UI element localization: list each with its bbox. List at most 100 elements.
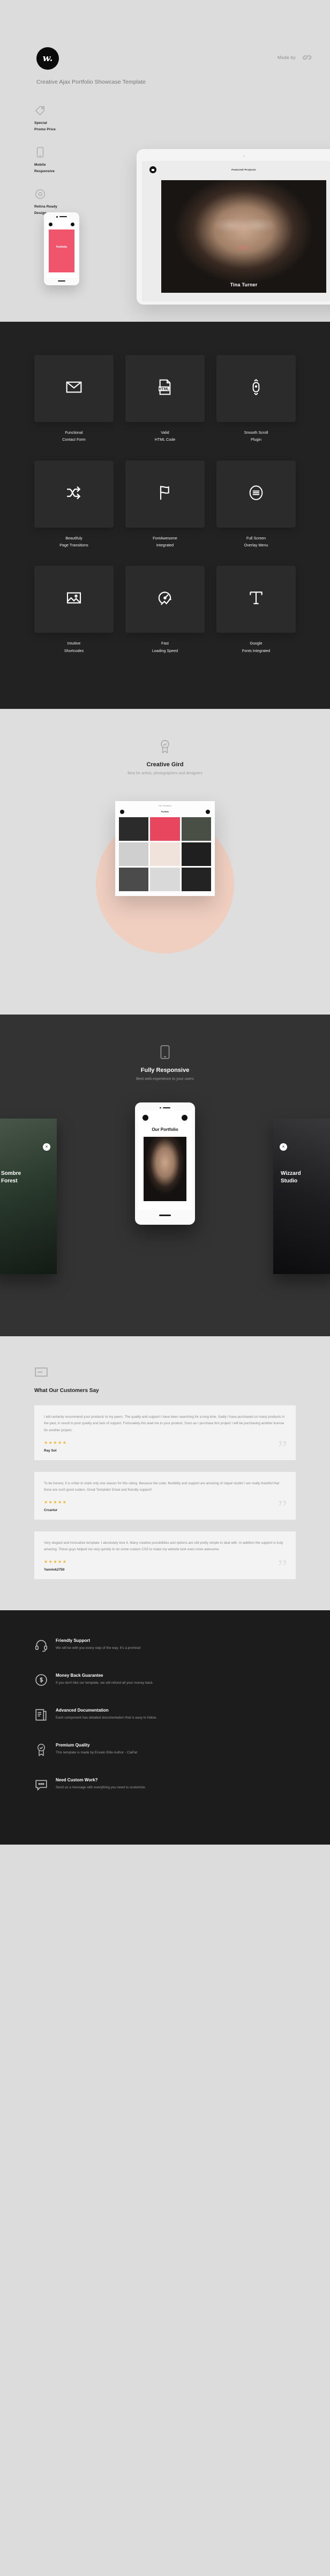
testimonial-card: I will certainly recommend your products…	[34, 1405, 296, 1460]
envelope-icon	[65, 379, 82, 398]
close-button[interactable]	[182, 1115, 188, 1121]
portfolio-tiles	[115, 817, 215, 891]
testimonial-text: To be honest, it is unfair to mark only …	[44, 1481, 280, 1492]
feature-card-box	[125, 566, 205, 633]
feature-line-1: Fast	[161, 641, 169, 646]
portfolio-tile[interactable]	[181, 817, 211, 841]
testimonial-author: Ray Sol	[44, 1448, 57, 1453]
close-button[interactable]	[71, 222, 74, 226]
brand-logo-text: w.	[42, 53, 53, 64]
section-subtitle: Best for artists, photographers and desi…	[128, 771, 202, 775]
award-badge-icon	[34, 1743, 48, 1759]
feature-card-label: Intuitive Shortcodes	[34, 640, 114, 654]
rating-stars: ★★★★★	[44, 1559, 68, 1565]
portfolio-tile[interactable]	[150, 842, 180, 866]
feature-card-loading-speed[interactable]: Fast Loading Speed	[125, 566, 205, 654]
menu-button[interactable]	[142, 1115, 148, 1121]
feature-line-2: HTML Code	[154, 437, 176, 442]
project-photo[interactable]: Tina Turner	[161, 180, 326, 293]
footer-item-title: Premium Quality	[56, 1743, 90, 1748]
portfolio-tile[interactable]	[150, 817, 180, 841]
close-icon[interactable]: ×	[280, 1143, 287, 1151]
feature-card-valid-html[interactable]: HTML Valid HTML Code	[125, 355, 205, 443]
speedometer-icon	[156, 589, 174, 609]
responsive-mockups: × Sombre Forest Our Portfolio × Wizzard St…	[0, 1102, 330, 1317]
quote-icon: ”	[278, 1495, 287, 1520]
browser-nav-label: Portfolio	[161, 810, 169, 813]
hero-feature-special-promo: Special Promo Price	[34, 105, 99, 132]
brand-logo[interactable]: w.	[36, 47, 59, 70]
retina-eye-icon	[34, 188, 46, 200]
mouse-scroll-icon	[248, 379, 265, 398]
feature-card-google-fonts[interactable]: Google Fonts Integrated	[216, 566, 296, 654]
menu-button[interactable]	[49, 222, 52, 226]
project-panel-left[interactable]: × Sombre Forest	[0, 1118, 57, 1274]
feature-card-label: Smooth Scroll Plugin	[216, 429, 296, 443]
creative-grid-section: Creative Gird Best for artists, photogra…	[0, 708, 330, 1015]
footer-item-title: Friendly Support	[56, 1638, 90, 1644]
feature-line-2: Loading Speed	[152, 648, 178, 653]
award-badge-icon	[158, 739, 172, 754]
testimonial-text: Very elegant and innovative template. I …	[44, 1541, 283, 1552]
feature-line-1: Intuitive	[67, 641, 81, 646]
portfolio-tile[interactable]	[150, 867, 180, 891]
footer-item-title: Need Custom Work?	[56, 1778, 98, 1783]
feature-line-2: Shortcodes	[64, 648, 84, 653]
phone-page-title: Our Portfolio	[152, 1127, 178, 1132]
close-icon[interactable]: ×	[43, 1143, 50, 1151]
feature-card-page-transitions[interactable]: Beautifuly Page Transitions	[34, 460, 114, 549]
hero-feature-list: Special Promo Price Mobile Responsive Reti…	[34, 105, 99, 216]
feature-card-box	[216, 566, 296, 633]
browser-nav: Portfolio	[115, 809, 215, 817]
testimonial-author: Yannivk2750	[44, 1568, 65, 1572]
phone-hero-photo[interactable]	[144, 1137, 186, 1202]
footer-item-friendly-support: Friendly Support We will be with you eve…	[34, 1638, 296, 1655]
footer-item-text: Money Back Guarantee If you don't like o…	[56, 1673, 153, 1686]
phone-speaker	[138, 1107, 192, 1109]
feature-card-label: Google Fonts Integrated	[216, 640, 296, 654]
menu-button[interactable]	[120, 809, 124, 814]
testimonial-author: Crcartur	[44, 1508, 58, 1512]
phone-screen: Our Portfolio	[138, 1111, 192, 1211]
footer-item-desc: Send us a message with everything you ne…	[56, 1786, 146, 1790]
image-icon	[65, 589, 82, 609]
made-by-label: Made by	[277, 54, 296, 60]
hero-section: w. Made by Creative Ajax Portfolio Showc…	[0, 0, 330, 322]
menu-button[interactable]	[149, 166, 156, 173]
phone-speaker	[46, 216, 77, 218]
footer-item-desc: Each component has detailed documentatio…	[56, 1716, 157, 1720]
phone-mockup: Portfolio	[44, 212, 79, 285]
testimonials-header: What Our Customers Say	[0, 1366, 330, 1394]
browser-mockup: Our Portfolio Portfolio	[115, 801, 215, 896]
feature-card-contact-form[interactable]: Functional Contact Form	[34, 355, 114, 443]
feature-line-2: Fonts Integrated	[242, 648, 271, 653]
feature-card-label: FontAwesome Integrated	[125, 535, 205, 549]
feature-card-box	[125, 460, 205, 528]
feature-line-2: Page Transitions	[59, 542, 88, 547]
made-by-block: Made by	[278, 54, 315, 61]
feature-card-overlay-menu[interactable]: Full Screen Overlay Menu	[216, 460, 296, 549]
feature-card-shortcodes[interactable]: Intuitive Shortcodes	[34, 566, 114, 654]
documentation-icon	[34, 1708, 48, 1724]
hero-feature-mobile-responsive: Mobile Responsive	[34, 146, 99, 174]
portfolio-tile[interactable]	[119, 842, 149, 866]
project-title: Sombre Forest	[1, 1170, 21, 1184]
project-panel-right[interactable]: × Wizzard Studio	[273, 1118, 330, 1274]
phone-hero-card: Portfolio	[49, 229, 74, 272]
phone-home-indicator	[58, 280, 65, 282]
portfolio-tile[interactable]	[119, 867, 149, 891]
tablet-mockup: Featured Projects Tina Turner	[137, 149, 330, 305]
feature-card-box	[216, 460, 296, 528]
feature-line-2: Plugin	[251, 437, 261, 442]
portfolio-tile[interactable]	[181, 867, 211, 891]
portfolio-tile[interactable]	[181, 842, 211, 866]
feature-line-1: Functional	[65, 430, 83, 435]
tablet-camera-icon	[243, 156, 245, 157]
feature-card-fontawesome[interactable]: FontAwesome Integrated	[125, 460, 205, 549]
portfolio-tile[interactable]	[119, 817, 149, 841]
feature-line-2: Integrated	[156, 542, 174, 547]
feature-card-smooth-scroll[interactable]: Smooth Scroll Plugin	[216, 355, 296, 443]
feature-card-box	[34, 460, 114, 528]
close-button[interactable]	[206, 809, 210, 814]
hero-feature-label: Special Promo Price	[34, 121, 56, 131]
